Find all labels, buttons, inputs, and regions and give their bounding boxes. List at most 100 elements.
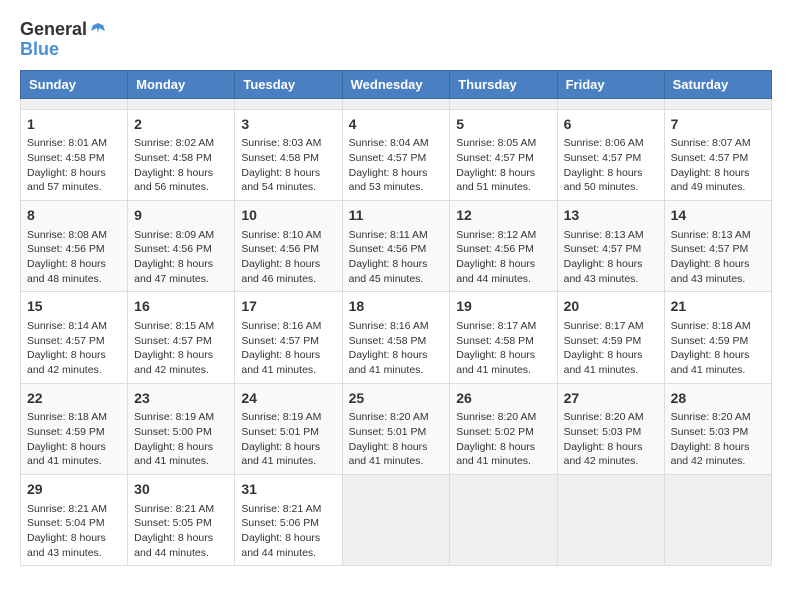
logo: General Blue <box>20 20 107 60</box>
calendar-cell <box>450 98 557 109</box>
day-number: 13 <box>564 206 658 226</box>
calendar-cell: 24Sunrise: 8:19 AMSunset: 5:01 PMDayligh… <box>235 383 342 474</box>
day-number: 16 <box>134 297 228 317</box>
day-info: Sunrise: 8:17 AMSunset: 4:58 PMDaylight:… <box>456 319 550 378</box>
day-info: Sunrise: 8:20 AMSunset: 5:02 PMDaylight:… <box>456 410 550 469</box>
weekday-header: Monday <box>128 70 235 98</box>
logo-bird-icon <box>89 21 107 39</box>
calendar-week-row: 1Sunrise: 8:01 AMSunset: 4:58 PMDaylight… <box>21 109 772 200</box>
day-number: 20 <box>564 297 658 317</box>
calendar-cell: 29Sunrise: 8:21 AMSunset: 5:04 PMDayligh… <box>21 474 128 565</box>
day-number: 10 <box>241 206 335 226</box>
day-number: 15 <box>27 297 121 317</box>
calendar-cell: 1Sunrise: 8:01 AMSunset: 4:58 PMDaylight… <box>21 109 128 200</box>
day-number: 9 <box>134 206 228 226</box>
day-info: Sunrise: 8:19 AMSunset: 5:01 PMDaylight:… <box>241 410 335 469</box>
day-info: Sunrise: 8:18 AMSunset: 4:59 PMDaylight:… <box>671 319 765 378</box>
calendar-cell: 9Sunrise: 8:09 AMSunset: 4:56 PMDaylight… <box>128 200 235 291</box>
calendar-week-row: 15Sunrise: 8:14 AMSunset: 4:57 PMDayligh… <box>21 292 772 383</box>
calendar-cell: 7Sunrise: 8:07 AMSunset: 4:57 PMDaylight… <box>664 109 771 200</box>
day-number: 6 <box>564 115 658 135</box>
calendar-cell: 11Sunrise: 8:11 AMSunset: 4:56 PMDayligh… <box>342 200 450 291</box>
calendar-cell: 20Sunrise: 8:17 AMSunset: 4:59 PMDayligh… <box>557 292 664 383</box>
day-info: Sunrise: 8:15 AMSunset: 4:57 PMDaylight:… <box>134 319 228 378</box>
day-number: 27 <box>564 389 658 409</box>
day-info: Sunrise: 8:01 AMSunset: 4:58 PMDaylight:… <box>27 136 121 195</box>
calendar-cell <box>128 98 235 109</box>
day-info: Sunrise: 8:06 AMSunset: 4:57 PMDaylight:… <box>564 136 658 195</box>
day-number: 2 <box>134 115 228 135</box>
calendar-cell <box>664 98 771 109</box>
day-number: 26 <box>456 389 550 409</box>
day-number: 5 <box>456 115 550 135</box>
day-info: Sunrise: 8:13 AMSunset: 4:57 PMDaylight:… <box>671 228 765 287</box>
day-number: 17 <box>241 297 335 317</box>
day-info: Sunrise: 8:12 AMSunset: 4:56 PMDaylight:… <box>456 228 550 287</box>
day-info: Sunrise: 8:05 AMSunset: 4:57 PMDaylight:… <box>456 136 550 195</box>
calendar-cell: 18Sunrise: 8:16 AMSunset: 4:58 PMDayligh… <box>342 292 450 383</box>
day-info: Sunrise: 8:10 AMSunset: 4:56 PMDaylight:… <box>241 228 335 287</box>
weekday-header: Friday <box>557 70 664 98</box>
calendar-cell: 14Sunrise: 8:13 AMSunset: 4:57 PMDayligh… <box>664 200 771 291</box>
calendar-cell: 19Sunrise: 8:17 AMSunset: 4:58 PMDayligh… <box>450 292 557 383</box>
logo-general: General <box>20 20 87 40</box>
calendar-cell: 26Sunrise: 8:20 AMSunset: 5:02 PMDayligh… <box>450 383 557 474</box>
calendar-cell: 25Sunrise: 8:20 AMSunset: 5:01 PMDayligh… <box>342 383 450 474</box>
day-number: 21 <box>671 297 765 317</box>
calendar-cell: 21Sunrise: 8:18 AMSunset: 4:59 PMDayligh… <box>664 292 771 383</box>
day-number: 11 <box>349 206 444 226</box>
day-number: 8 <box>27 206 121 226</box>
calendar-cell <box>664 474 771 565</box>
calendar-cell: 27Sunrise: 8:20 AMSunset: 5:03 PMDayligh… <box>557 383 664 474</box>
day-info: Sunrise: 8:21 AMSunset: 5:04 PMDaylight:… <box>27 502 121 561</box>
day-info: Sunrise: 8:16 AMSunset: 4:58 PMDaylight:… <box>349 319 444 378</box>
day-info: Sunrise: 8:16 AMSunset: 4:57 PMDaylight:… <box>241 319 335 378</box>
page-header: General Blue <box>20 20 772 60</box>
day-info: Sunrise: 8:04 AMSunset: 4:57 PMDaylight:… <box>349 136 444 195</box>
calendar-week-row: 29Sunrise: 8:21 AMSunset: 5:04 PMDayligh… <box>21 474 772 565</box>
calendar-cell <box>235 98 342 109</box>
day-number: 7 <box>671 115 765 135</box>
calendar-cell: 22Sunrise: 8:18 AMSunset: 4:59 PMDayligh… <box>21 383 128 474</box>
day-info: Sunrise: 8:07 AMSunset: 4:57 PMDaylight:… <box>671 136 765 195</box>
day-info: Sunrise: 8:18 AMSunset: 4:59 PMDaylight:… <box>27 410 121 469</box>
day-info: Sunrise: 8:21 AMSunset: 5:06 PMDaylight:… <box>241 502 335 561</box>
day-info: Sunrise: 8:13 AMSunset: 4:57 PMDaylight:… <box>564 228 658 287</box>
calendar-cell <box>557 98 664 109</box>
calendar-cell: 16Sunrise: 8:15 AMSunset: 4:57 PMDayligh… <box>128 292 235 383</box>
day-number: 3 <box>241 115 335 135</box>
calendar-cell: 31Sunrise: 8:21 AMSunset: 5:06 PMDayligh… <box>235 474 342 565</box>
day-number: 12 <box>456 206 550 226</box>
calendar-cell <box>342 474 450 565</box>
calendar-week-row <box>21 98 772 109</box>
day-info: Sunrise: 8:20 AMSunset: 5:03 PMDaylight:… <box>564 410 658 469</box>
day-number: 31 <box>241 480 335 500</box>
weekday-header: Sunday <box>21 70 128 98</box>
day-number: 30 <box>134 480 228 500</box>
calendar-cell <box>21 98 128 109</box>
day-number: 24 <box>241 389 335 409</box>
calendar-cell <box>342 98 450 109</box>
weekday-header: Tuesday <box>235 70 342 98</box>
calendar-week-row: 8Sunrise: 8:08 AMSunset: 4:56 PMDaylight… <box>21 200 772 291</box>
calendar-cell: 6Sunrise: 8:06 AMSunset: 4:57 PMDaylight… <box>557 109 664 200</box>
calendar-cell: 5Sunrise: 8:05 AMSunset: 4:57 PMDaylight… <box>450 109 557 200</box>
day-info: Sunrise: 8:21 AMSunset: 5:05 PMDaylight:… <box>134 502 228 561</box>
day-info: Sunrise: 8:11 AMSunset: 4:56 PMDaylight:… <box>349 228 444 287</box>
day-number: 22 <box>27 389 121 409</box>
day-number: 18 <box>349 297 444 317</box>
calendar-cell: 30Sunrise: 8:21 AMSunset: 5:05 PMDayligh… <box>128 474 235 565</box>
calendar-cell: 4Sunrise: 8:04 AMSunset: 4:57 PMDaylight… <box>342 109 450 200</box>
calendar-cell: 3Sunrise: 8:03 AMSunset: 4:58 PMDaylight… <box>235 109 342 200</box>
calendar-cell: 2Sunrise: 8:02 AMSunset: 4:58 PMDaylight… <box>128 109 235 200</box>
calendar-header-row: SundayMondayTuesdayWednesdayThursdayFrid… <box>21 70 772 98</box>
logo-blue: Blue <box>20 40 107 60</box>
weekday-header: Saturday <box>664 70 771 98</box>
day-info: Sunrise: 8:09 AMSunset: 4:56 PMDaylight:… <box>134 228 228 287</box>
day-info: Sunrise: 8:19 AMSunset: 5:00 PMDaylight:… <box>134 410 228 469</box>
day-number: 4 <box>349 115 444 135</box>
day-info: Sunrise: 8:02 AMSunset: 4:58 PMDaylight:… <box>134 136 228 195</box>
calendar-cell: 28Sunrise: 8:20 AMSunset: 5:03 PMDayligh… <box>664 383 771 474</box>
day-info: Sunrise: 8:03 AMSunset: 4:58 PMDaylight:… <box>241 136 335 195</box>
calendar-table: SundayMondayTuesdayWednesdayThursdayFrid… <box>20 70 772 567</box>
